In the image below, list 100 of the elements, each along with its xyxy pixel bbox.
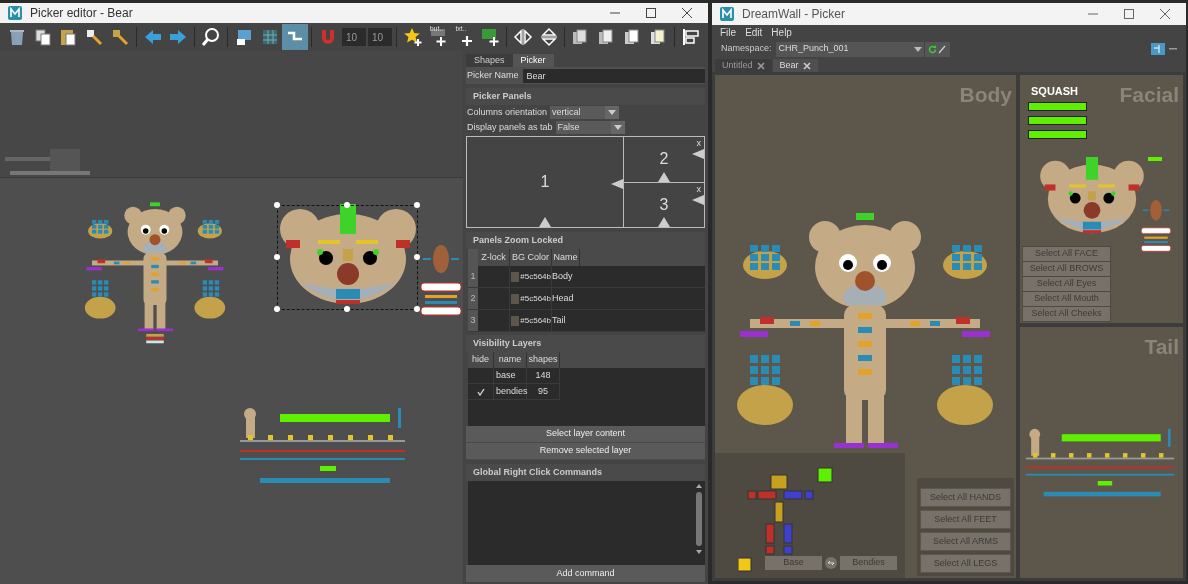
search-icon [201,27,222,47]
maximize-icon [1124,9,1134,19]
scrollbar-drawing [695,484,703,554]
selected-bear-face-drawing[interactable] [274,202,421,313]
close-icon [756,61,765,70]
field-label: Namespace: [721,42,772,56]
mirror-horizontal-icon [512,27,533,47]
section-header: Picker Panels [473,89,532,103]
column-header: Z-lock [478,249,510,266]
table-cell: 95 [527,384,560,400]
column-header: Name [552,249,580,266]
field-label: Columns orientation [466,105,548,119]
section-header: Panels Zoom Locked [473,233,564,247]
squash-label: SQUASH [1031,84,1079,99]
button-plus-icon [428,27,449,47]
app-logo-icon [720,7,734,21]
close-icon [802,61,811,70]
arrow-up-icon [658,217,670,227]
column-header: name [494,352,527,368]
dash-icon [1169,48,1177,50]
refresh-icon [928,44,938,54]
layout-toggle-button[interactable] [1151,43,1165,55]
bar-drawing [1148,157,1162,161]
table-cell: #5c564b [520,270,551,283]
action-button[interactable]: Remove selected layer [466,443,705,460]
menu-item[interactable]: File [717,25,740,40]
color-swatch[interactable] [511,315,520,326]
table-cell-text: Tail [552,313,567,327]
table-cell-text: Body [552,269,574,283]
table-cell: #5c564b [520,314,551,327]
table-cell: #5c564b [520,292,551,305]
menu-item[interactable]: Help [768,25,795,40]
section-header: Visibility Layers [473,336,542,350]
hide-toggle[interactable] [468,368,494,384]
clipboard-icon [58,27,79,47]
caret-down-icon [610,121,625,134]
dropdown[interactable]: False [555,121,625,134]
text-plus-icon [462,36,473,46]
close-icon [682,8,692,18]
close-icon [1160,9,1170,19]
caret-down-icon [911,44,924,54]
column-header: BG Color [510,249,552,266]
caret-down-icon [605,106,620,119]
window-title: DreamWall - Picker [742,6,845,23]
mirror-vertical-icon [538,27,559,47]
layout-panel[interactable]: 3 x [624,182,704,227]
row-number: 3 [468,310,478,331]
window-title: Picker editor - Bear [30,5,133,22]
square-plus-icon [480,27,501,47]
close-button[interactable]: x [696,182,701,196]
table-cell: base [494,368,527,384]
row-number: 2 [468,288,478,309]
section-header: Global Right Click Commands [473,465,602,479]
mouth-picker-drawing [1141,197,1171,252]
checkmark-icon [476,387,485,396]
squash-bar[interactable] [1028,116,1087,125]
row-number: 1 [468,266,478,287]
color-swatch[interactable] [511,271,520,282]
table-cell: 148 [527,368,560,384]
tab[interactable]: Picker [512,54,554,67]
copy-icon [32,27,53,47]
arrow-left-icon [692,194,704,205]
star-plus-icon [402,27,423,47]
tab[interactable]: Bear [772,59,818,72]
hide-toggle[interactable] [468,384,494,400]
number-field[interactable]: 10 [341,28,366,46]
arrow-left-icon [692,149,704,159]
tab[interactable]: Shapes [466,54,513,67]
toolbar-button[interactable] [282,24,309,50]
table-cell: bendies [494,384,527,400]
layout-panel[interactable]: 1 [467,137,624,227]
column-header: shapes [527,352,560,368]
field-label: Display panels as tab [466,120,553,134]
refresh-button[interactable] [924,41,950,57]
tab[interactable]: Untitled [715,59,772,72]
add-command-button[interactable]: Add command [466,565,705,582]
dropdown[interactable]: vertical [550,106,620,119]
namespace-dropdown[interactable]: CHR_Punch_001 [775,41,924,57]
arrow-left-icon [611,179,623,189]
layout-panel[interactable]: 2 x [624,137,704,183]
close-button[interactable]: x [696,137,701,151]
panel-split-icon [1154,45,1162,53]
table-cell-text: Head [552,291,575,305]
squash-bar[interactable] [1028,102,1087,111]
swap-arrows-icon [825,557,837,569]
eyedropper-icon [938,44,947,54]
column-header: hide [468,352,494,368]
arrow-up-icon [658,171,670,182]
maximize-icon [646,8,656,18]
squash-bar[interactable] [1028,130,1087,139]
picker-name-field[interactable]: Bear [522,68,705,83]
app-logo-icon [8,6,22,20]
wand-icon [84,27,105,47]
color-swatch[interactable] [511,293,520,304]
field-label: Picker Name [466,68,519,82]
action-button[interactable]: Select layer content [466,426,705,443]
align-left-icon [681,27,702,47]
arrow-up-icon [539,217,551,227]
menu-item[interactable]: Edit [742,25,766,40]
number-field[interactable]: 10 [367,28,392,46]
